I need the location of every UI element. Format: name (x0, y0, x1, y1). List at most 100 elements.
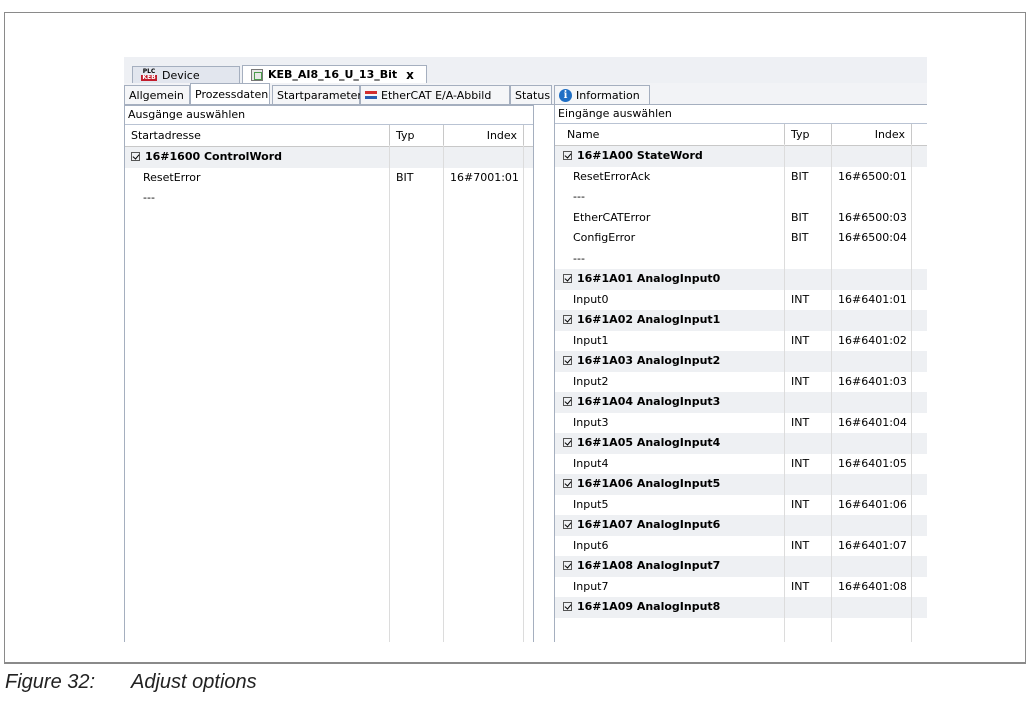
row-name: 16#1A01 AnalogInput0 (555, 269, 785, 290)
pdo-entry-row[interactable]: Input5 INT 16#6401:06 (555, 495, 927, 516)
row-name: --- (555, 187, 785, 208)
row-name-text: Input4 (573, 456, 609, 470)
row-index (832, 433, 912, 454)
pdo-entry-row[interactable]: ConfigError BIT 16#6500:04 (555, 228, 927, 249)
row-name-text: --- (573, 190, 585, 203)
row-index (832, 474, 912, 495)
row-index: 16#6401:02 (838, 333, 907, 347)
col-index[interactable]: Index (832, 124, 912, 145)
tab-information[interactable]: i Information (554, 85, 650, 104)
tab-ethercat-ea-abbild[interactable]: EtherCAT E/A-Abbild (360, 85, 510, 104)
row-index (832, 351, 912, 372)
checkbox-checked-icon[interactable] (563, 602, 572, 611)
row-name: 16#1A04 AnalogInput3 (555, 392, 785, 413)
row-type: INT (791, 333, 810, 347)
pdo-group-row[interactable]: 16#1A00 StateWord (555, 146, 927, 167)
pdo-entry-row[interactable]: Input6 INT 16#6401:07 (555, 536, 927, 557)
row-name-text: Input0 (573, 292, 609, 306)
close-icon[interactable]: x (406, 68, 414, 82)
outputs-title: Ausgänge auswählen (125, 106, 533, 125)
pdo-entry-row[interactable]: Input2 INT 16#6401:03 (555, 372, 927, 393)
pdo-group-row[interactable]: 16#1A02 AnalogInput1 (555, 310, 927, 331)
row-index: 16#6500:01 (838, 169, 907, 183)
row-name-text: Input2 (573, 374, 609, 388)
pdo-group-row[interactable]: 16#1A01 AnalogInput0 (555, 269, 927, 290)
row-type: INT (791, 292, 810, 306)
pdo-group-row[interactable]: 16#1A08 AnalogInput7 (555, 556, 927, 577)
pdo-group-row[interactable]: 16#1600 ControlWord (125, 147, 533, 168)
checkbox-checked-icon[interactable] (563, 315, 572, 324)
tab-ethercat-label: EtherCAT E/A-Abbild (381, 88, 492, 102)
pdo-entry-row[interactable]: Input7 INT 16#6401:08 (555, 577, 927, 598)
checkbox-checked-icon[interactable] (563, 479, 572, 488)
pdo-group-row[interactable]: 16#1A04 AnalogInput3 (555, 392, 927, 413)
pdo-entry-row[interactable]: Input3 INT 16#6401:04 (555, 413, 927, 434)
row-type (785, 269, 832, 290)
tab-status[interactable]: Status (510, 85, 552, 104)
pdo-group-row[interactable]: 16#1A09 AnalogInput8 (555, 597, 927, 618)
row-type: INT (791, 374, 810, 388)
row-name: EtherCATError (555, 208, 785, 229)
tab-status-label: Status (515, 88, 551, 102)
row-name-text: Input6 (573, 538, 609, 552)
pdo-entry-row[interactable]: ResetErrorAck BIT 16#6500:01 (555, 167, 927, 188)
tab-keb-ai8[interactable]: KEB_AI8_16_U_13_Bit x (242, 65, 427, 83)
col-name[interactable]: Name (555, 124, 785, 145)
row-index: 16#6401:03 (838, 374, 907, 388)
col-typ[interactable]: Typ (390, 125, 444, 146)
pdo-entry-row[interactable]: EtherCATError BIT 16#6500:03 (555, 208, 927, 229)
outputs-table-body: 16#1600 ControlWord ResetError BIT 16#7001:… (125, 147, 533, 209)
checkbox-checked-icon[interactable] (563, 356, 572, 365)
col-startadresse[interactable]: Startadresse (125, 125, 390, 146)
inputs-panel: Eingänge auswählen Name Typ Index 16#1A0… (554, 105, 927, 642)
pdo-entry-row[interactable]: ResetError BIT 16#7001:01 (125, 168, 533, 189)
tab-information-label: Information (576, 88, 640, 102)
pdo-entry-row[interactable]: Input0 INT 16#6401:01 (555, 290, 927, 311)
row-index (832, 146, 912, 167)
tab-device[interactable]: PLC KEB Device (132, 66, 240, 83)
ethercat-icon (365, 90, 377, 100)
row-index: 16#6401:07 (838, 538, 907, 552)
pdo-entry-row[interactable]: Input1 INT 16#6401:02 (555, 331, 927, 352)
col-typ[interactable]: Typ (785, 124, 832, 145)
pdo-entry-row[interactable]: --- (555, 249, 927, 270)
outputs-panel: Ausgänge auswählen Startadresse Typ Inde… (124, 105, 534, 642)
row-name-text: 16#1A05 AnalogInput4 (577, 436, 721, 449)
row-index (444, 147, 524, 168)
checkbox-checked-icon[interactable] (563, 397, 572, 406)
col-index[interactable]: Index (444, 125, 524, 146)
row-type (785, 187, 832, 208)
checkbox-checked-icon[interactable] (131, 152, 140, 161)
row-type: INT (791, 579, 810, 593)
pdo-group-row[interactable]: 16#1A03 AnalogInput2 (555, 351, 927, 372)
pdo-entry-row[interactable]: Input4 INT 16#6401:05 (555, 454, 927, 475)
tab-prozessdaten[interactable]: Prozessdaten (190, 83, 270, 104)
pdo-group-row[interactable]: 16#1A06 AnalogInput5 (555, 474, 927, 495)
column-divider (389, 145, 390, 642)
row-name-text: --- (143, 191, 155, 204)
pdo-entry-row[interactable]: --- (125, 188, 533, 209)
row-name: 16#1A07 AnalogInput6 (555, 515, 785, 536)
checkbox-checked-icon[interactable] (563, 520, 572, 529)
checkbox-checked-icon[interactable] (563, 274, 572, 283)
checkbox-checked-icon[interactable] (563, 151, 572, 160)
pdo-entry-row[interactable]: --- (555, 187, 927, 208)
checkbox-checked-icon[interactable] (563, 438, 572, 447)
row-type (785, 597, 832, 618)
row-name-text: 16#1A04 AnalogInput3 (577, 395, 721, 408)
device-editor: PLC KEB Device KEB_AI8_16_U_13_Bit x All… (124, 57, 927, 642)
row-name-text: 16#1600 ControlWord (145, 150, 283, 163)
pdo-group-row[interactable]: 16#1A07 AnalogInput6 (555, 515, 927, 536)
checkbox-checked-icon[interactable] (563, 561, 572, 570)
row-name: 16#1600 ControlWord (125, 147, 390, 168)
tab-startparameter[interactable]: Startparameter (272, 85, 362, 104)
row-type: INT (791, 497, 810, 511)
row-name: Input7 (555, 577, 785, 598)
row-index (832, 515, 912, 536)
column-divider (911, 144, 912, 642)
tab-allgemein[interactable]: Allgemein (124, 85, 190, 104)
row-name-text: ResetError (143, 170, 201, 184)
row-name-text: 16#1A06 AnalogInput5 (577, 477, 721, 490)
row-index (832, 597, 912, 618)
pdo-group-row[interactable]: 16#1A05 AnalogInput4 (555, 433, 927, 454)
